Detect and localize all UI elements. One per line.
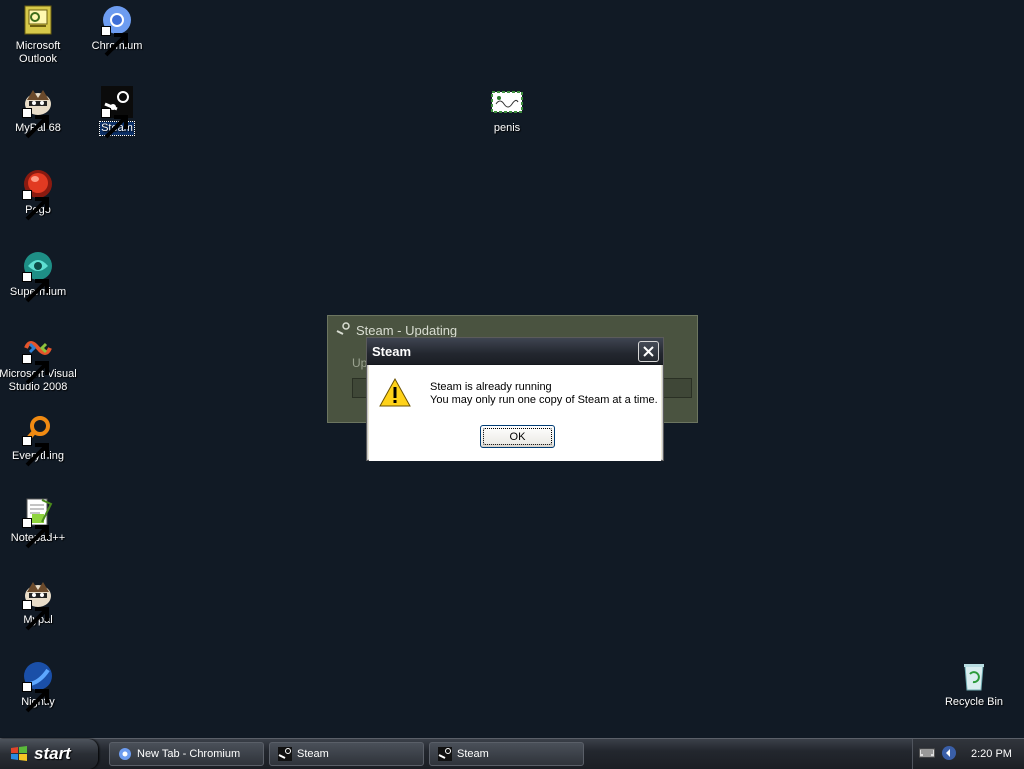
shortcut-arrow-icon (22, 518, 49, 549)
desktop-icon-recycle-bin[interactable]: Recycle Bin (934, 660, 1014, 709)
supermium-icon (22, 250, 54, 303)
desktop-icon-outlook[interactable]: Microsoft Outlook (0, 4, 78, 66)
notepadpp-icon (22, 496, 54, 549)
shortcut-arrow-icon (22, 682, 49, 713)
steam-icon (101, 86, 133, 139)
desktop-icon-visual-studio[interactable]: Microsoft Visual Studio 2008 (0, 332, 78, 394)
shortcut-arrow-icon (22, 436, 49, 467)
desktop-icon-notepadpp[interactable]: Notepad++ (0, 496, 78, 549)
desktop-icon-mypal[interactable]: Mypal (0, 578, 78, 631)
chromium-icon (101, 4, 133, 57)
taskbar-button-steam-1[interactable]: Steam (269, 742, 424, 766)
mypal-icon (22, 86, 54, 139)
taskbar-button-label: Steam (457, 748, 489, 760)
desktop-icon-supermium[interactable]: Supermium (0, 250, 78, 303)
everything-icon (22, 414, 54, 467)
shortcut-arrow-icon (22, 190, 49, 221)
updating-title: Steam - Updating (356, 323, 458, 338)
steam-message-box[interactable]: Steam Steam is already running You may o… (366, 337, 664, 461)
tray-app-icon[interactable] (941, 745, 957, 764)
image-file-icon (491, 86, 523, 118)
taskbar-button-steam-2[interactable]: Steam (429, 742, 584, 766)
desktop-icon-everything[interactable]: Everything (0, 414, 78, 467)
desktop-icon-mypal-68[interactable]: MyPal 68 (0, 86, 78, 139)
message-line-1: Steam is already running (430, 381, 552, 393)
nightly-icon (22, 660, 54, 713)
steam-icon (278, 747, 292, 761)
desktop-icon-pego[interactable]: Pego (0, 168, 78, 221)
desktop-icon-steam[interactable]: Steam (77, 86, 157, 139)
desktop-icon-label: Recycle Bin (944, 696, 1004, 708)
windows-logo-icon (11, 746, 27, 761)
message-box-title-bar[interactable]: Steam (367, 338, 663, 365)
warning-icon (379, 377, 411, 409)
start-label: start (34, 744, 71, 763)
message-line-2: You may only run one copy of Steam at a … (430, 394, 658, 406)
desktop-icon-label: Microsoft Outlook (15, 40, 61, 65)
taskbar-button-label: Steam (297, 748, 329, 760)
desktop-icon-penis[interactable]: penis (467, 86, 547, 135)
taskbar-button-chromium[interactable]: New Tab - Chromium (109, 742, 264, 766)
close-button[interactable] (638, 341, 659, 362)
mypal-icon (22, 578, 54, 631)
keyboard-icon[interactable] (919, 747, 935, 762)
recycle-bin-icon (958, 660, 990, 692)
message-box-body: Steam is already running You may only ru… (369, 365, 661, 461)
desktop-icon-chromium[interactable]: Chromium (77, 4, 157, 57)
close-icon (643, 346, 654, 357)
shortcut-arrow-icon (101, 108, 128, 139)
steam-icon (336, 322, 350, 339)
shortcut-arrow-icon (101, 26, 128, 57)
desktop-icon-nightly[interactable]: Nightly (0, 660, 78, 713)
steam-icon (438, 747, 452, 761)
ok-button[interactable]: OK (480, 425, 555, 448)
taskbar: start New Tab - Chromium Steam Steam 2:2… (0, 738, 1024, 769)
message-box-title: Steam (372, 344, 412, 359)
visual-studio-icon (22, 332, 54, 385)
shortcut-arrow-icon (22, 600, 49, 631)
desktop-icon-label: penis (493, 122, 521, 134)
shortcut-arrow-icon (22, 354, 49, 385)
system-tray: 2:20 PM (912, 739, 1024, 769)
shortcut-arrow-icon (22, 108, 49, 139)
clock[interactable]: 2:20 PM (971, 748, 1012, 760)
outlook-icon (22, 4, 54, 36)
shortcut-arrow-icon (22, 272, 49, 303)
chromium-icon (119, 748, 131, 760)
pego-icon (22, 168, 54, 221)
start-button[interactable]: start (0, 739, 98, 769)
taskbar-button-label: New Tab - Chromium (137, 748, 241, 760)
